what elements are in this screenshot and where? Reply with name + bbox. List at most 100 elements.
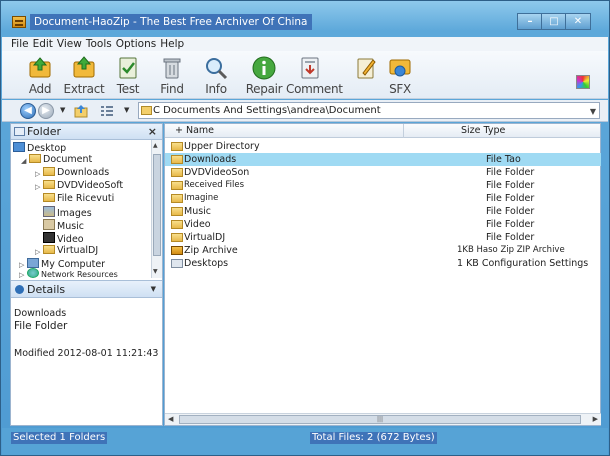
folder-tree-scrollbar[interactable]: ▲ ▼ — [151, 140, 162, 278]
folder-icon — [29, 154, 41, 163]
expand-arrow-icon[interactable]: ▷ — [19, 261, 24, 269]
file-row-virtualdj[interactable]: VirtualDJ File Folder — [165, 231, 601, 244]
details-name: Downloads — [14, 308, 67, 319]
music-icon — [43, 219, 55, 230]
zip-archive-icon — [171, 246, 183, 255]
comment-button[interactable]: Comment — [286, 53, 343, 97]
expand-arrow-icon[interactable]: ▷ — [35, 248, 40, 256]
hscrollbar-thumb[interactable]: ||| — [179, 415, 581, 424]
address-dropdown-icon[interactable]: ▼ — [590, 104, 596, 118]
app-window: Document-HaoZip - The Best Free Archiver… — [0, 0, 610, 456]
tree-item-dvdvideosoft[interactable]: DVDVideoSoft — [43, 180, 123, 193]
tree-item-virtualdj[interactable]: VirtualDJ — [43, 245, 98, 258]
file-row-upper-directory[interactable]: Upper Directory — [165, 140, 601, 153]
scrollbar-thumb[interactable] — [153, 154, 161, 256]
scroll-left-icon[interactable]: ◀ — [168, 415, 173, 423]
expand-arrow-icon[interactable]: ▷ — [19, 271, 24, 278]
file-row-downloads[interactable]: Downloads File Tao — [165, 153, 601, 166]
folder-icon — [43, 180, 55, 189]
column-divider[interactable] — [403, 124, 404, 138]
sfx-button[interactable]: SFX — [376, 53, 424, 97]
file-list-pane: + Name Size Type Upper Directory Downloa… — [164, 123, 601, 426]
folder-icon — [171, 168, 183, 177]
details-modified: Modified 2012-08-01 11:21:43 — [14, 348, 159, 359]
folder-pane-close-icon[interactable]: × — [148, 124, 157, 140]
folder-icon — [171, 155, 183, 164]
folder-icon — [171, 207, 183, 216]
history-dropdown-icon[interactable]: ▼ — [60, 106, 65, 114]
up-folder-icon[interactable] — [74, 104, 88, 118]
folder-icon — [43, 245, 55, 254]
menu-file[interactable]: File — [11, 37, 29, 51]
address-path: Documents And Settings\andrea\Document — [163, 105, 381, 116]
address-bar: ◀ ▶ ▼ ▼ C Documents And Settings\andrea\… — [2, 100, 608, 122]
maximize-button[interactable]: □ — [541, 13, 567, 30]
add-button[interactable]: Add — [16, 53, 64, 97]
close-button[interactable]: ✕ — [565, 13, 591, 30]
menu-help[interactable]: Help — [160, 37, 184, 51]
test-icon — [119, 57, 137, 79]
tree-item-video[interactable]: Video — [43, 232, 84, 245]
file-row-music[interactable]: Music File Folder — [165, 205, 601, 218]
tree-item-downloads[interactable]: Downloads — [43, 167, 109, 180]
left-pane: Folder × Desktop ◢ Document ▷ Downloads … — [10, 123, 163, 426]
expand-arrow-icon[interactable]: ▷ — [35, 183, 40, 191]
expand-arrow-icon[interactable]: ▷ — [35, 170, 40, 178]
tree-item-document[interactable]: Document — [29, 154, 92, 167]
back-button[interactable]: ◀ — [20, 103, 36, 119]
find-button[interactable]: Find — [148, 53, 196, 97]
scroll-down-icon[interactable]: ▼ — [153, 268, 158, 275]
menu-tools[interactable]: Tools — [86, 37, 112, 51]
info-button[interactable]: Info — [192, 53, 240, 97]
trash-icon — [163, 58, 181, 79]
add-icon — [29, 57, 51, 78]
address-input[interactable]: C Documents And Settings\andrea\Document… — [138, 102, 600, 119]
comment-icon — [357, 58, 376, 79]
tree-item-network-resources[interactable]: Network Resources — [27, 268, 118, 278]
info-icon — [15, 285, 24, 294]
folder-icon — [43, 167, 55, 176]
menu-view[interactable]: View — [57, 37, 82, 51]
chevron-down-icon[interactable]: ▼ — [151, 281, 156, 298]
status-bar: Selected 1 Folders Total Files: 2 (672 B… — [2, 428, 608, 455]
collapse-arrow-icon[interactable]: ◢ — [21, 157, 26, 165]
file-row-video[interactable]: Video File Folder — [165, 218, 601, 231]
file-row-zip-archive[interactable]: Zip Archive 1KB Haso Zip ZIP Archive — [165, 244, 601, 257]
extract-button[interactable]: Extract — [60, 53, 108, 97]
file-row-received-files[interactable]: Received Files File Folder — [165, 179, 601, 192]
tree-item-images[interactable]: Images — [43, 206, 92, 219]
scroll-right-icon[interactable]: ▶ — [593, 415, 598, 423]
scroll-up-icon[interactable]: ▲ — [153, 142, 158, 149]
column-size-type[interactable]: Size Type — [461, 124, 505, 138]
column-header: + Name Size Type — [165, 124, 600, 138]
forward-button[interactable]: ▶ — [38, 103, 54, 119]
details-type: File Folder — [14, 320, 68, 332]
images-icon — [43, 206, 55, 217]
video-icon — [43, 232, 55, 243]
haozip-app-icon[interactable] — [12, 16, 26, 28]
title-bar[interactable]: Document-HaoZip - The Best Free Archiver… — [1, 1, 609, 37]
status-total: Total Files: 2 (672 Bytes) — [310, 432, 437, 444]
file-list-hscrollbar[interactable]: ◀ ||| ▶ — [165, 413, 601, 425]
menu-options[interactable]: Options — [116, 37, 157, 51]
folder-icon — [171, 194, 183, 203]
view-dropdown-icon[interactable]: ▼ — [124, 106, 129, 114]
minimize-button[interactable]: – — [517, 13, 543, 30]
file-row-dvdvideoson[interactable]: DVDVideoSon File Folder — [165, 166, 601, 179]
repair-button[interactable]: Repair — [240, 53, 288, 97]
test-button[interactable]: Test — [104, 53, 152, 97]
network-icon — [27, 268, 39, 278]
column-name[interactable]: + Name — [175, 124, 214, 138]
menu-bar: File Edit View Tools Options Help — [2, 37, 608, 51]
details-pane-header[interactable]: Details ▼ — [11, 280, 162, 298]
file-row-imagine[interactable]: Imagine File Folder — [165, 192, 601, 205]
tree-item-music[interactable]: Music — [43, 219, 84, 232]
file-row-desktops[interactable]: Desktops 1 KB Configuration Settings — [165, 257, 601, 270]
view-mode-icon[interactable] — [100, 105, 114, 117]
skin-palette-icon[interactable] — [576, 75, 590, 89]
tree-item-file-ricevuti[interactable]: File Ricevuti — [43, 193, 114, 206]
upper-directory-icon — [171, 142, 183, 151]
magnifier-icon — [206, 58, 228, 80]
folder-tree: Desktop ◢ Document ▷ Downloads ▷ DVDVide… — [11, 140, 162, 278]
menu-edit[interactable]: Edit — [33, 37, 53, 51]
